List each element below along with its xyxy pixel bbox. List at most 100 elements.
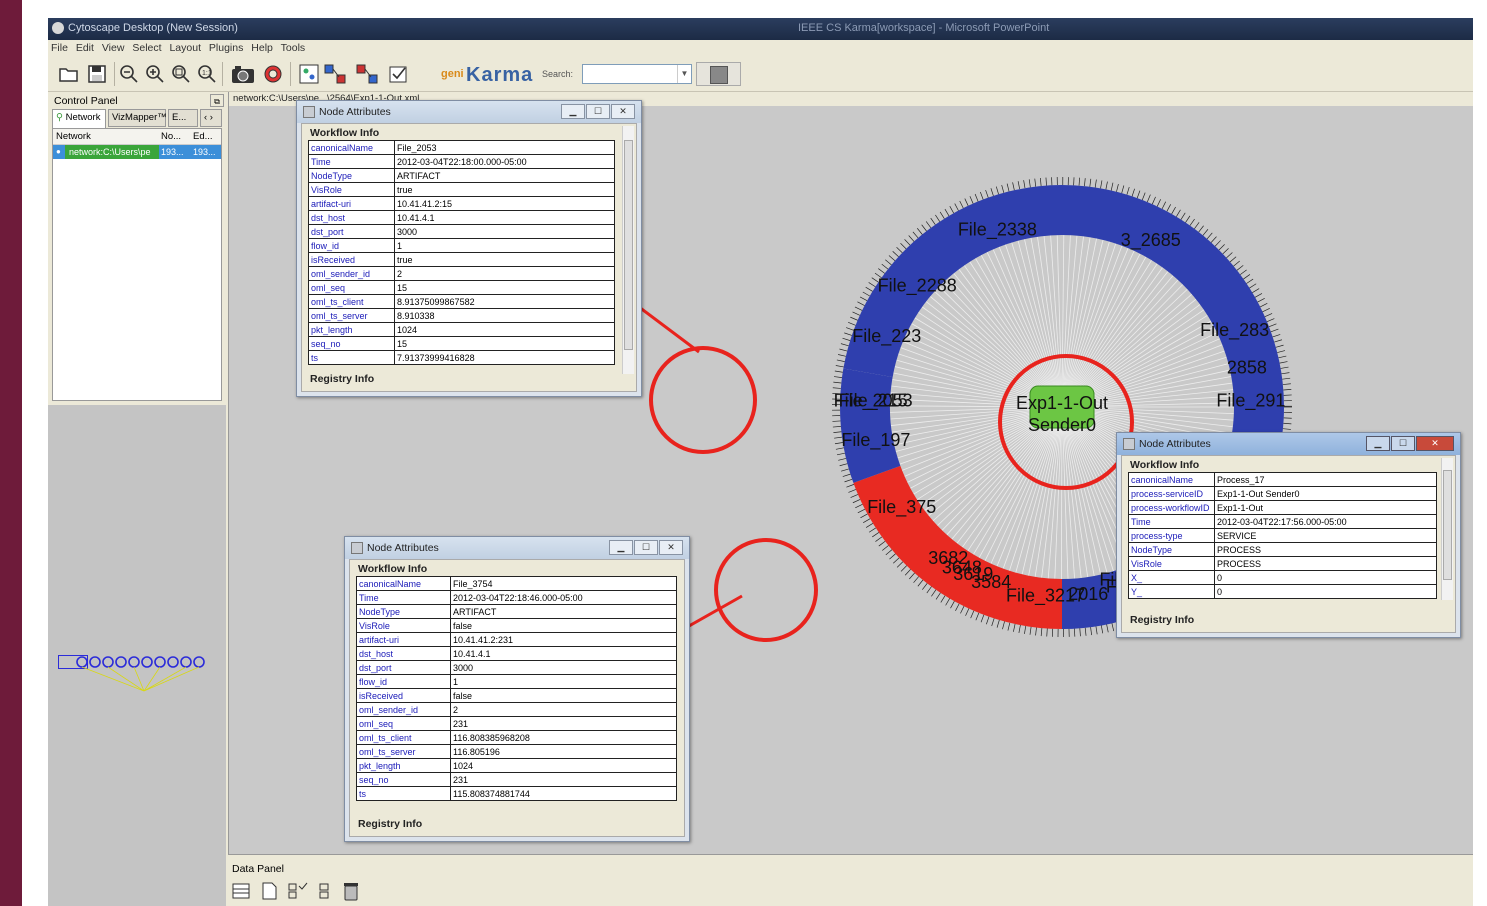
maximize-icon[interactable]: ☐: [634, 540, 658, 555]
attribute-row[interactable]: isReceived false: [356, 688, 677, 703]
attribute-row[interactable]: oml_sender_id 2: [308, 266, 615, 281]
node-attributes-window-process-17[interactable]: Node Attributes ▁ ☐ ✕ Workflow Info cano…: [1116, 432, 1461, 638]
menu-view[interactable]: View: [102, 42, 125, 54]
zoom-out-icon[interactable]: [118, 62, 140, 86]
maximize-icon[interactable]: ☐: [586, 104, 610, 119]
column-edges[interactable]: Ed...: [193, 129, 213, 145]
minimize-icon[interactable]: ▁: [561, 104, 585, 119]
zoom-fit-icon[interactable]: 1:1: [196, 62, 218, 86]
attribute-row[interactable]: dst_port 3000: [308, 224, 615, 239]
vertical-scrollbar[interactable]: [1441, 458, 1453, 600]
close-icon[interactable]: ✕: [611, 104, 635, 119]
node-label[interactable]: File_291: [1216, 390, 1285, 411]
create-network-icon[interactable]: [322, 62, 350, 86]
attribute-row[interactable]: Time 2012-03-04T22:18:46.000-05:00: [356, 590, 677, 605]
menu-tools[interactable]: Tools: [281, 42, 306, 54]
attribute-row[interactable]: dst_port 3000: [356, 660, 677, 675]
select-attributes-icon[interactable]: [288, 882, 308, 900]
close-icon[interactable]: ✕: [1416, 436, 1454, 451]
attribute-row[interactable]: process-serviceID Exp1-1-Out Sender0: [1128, 486, 1437, 501]
open-folder-icon[interactable]: [58, 62, 80, 86]
node-label[interactable]: File_2288: [878, 276, 957, 297]
registry-info-heading[interactable]: Registry Info: [358, 818, 422, 830]
attribute-row[interactable]: X_ 0: [1128, 570, 1437, 585]
save-icon[interactable]: [86, 62, 108, 86]
create-subnetwork-icon[interactable]: [354, 62, 382, 86]
node-label[interactable]: File_375: [867, 497, 936, 518]
attribute-row[interactable]: oml_ts_server 8.910338: [308, 308, 615, 323]
attribute-row[interactable]: artifact-uri 10.41.41.2:231: [356, 632, 677, 647]
split-columns-icon[interactable]: [318, 882, 332, 900]
node-label[interactable]: 2858: [1227, 358, 1267, 378]
attribute-row[interactable]: dst_host 10.41.4.1: [308, 210, 615, 225]
attribute-row[interactable]: canonicalName File_2053: [308, 140, 615, 155]
vizmap-icon[interactable]: [388, 62, 410, 86]
zoom-selected-icon[interactable]: [170, 62, 192, 86]
network-row[interactable]: ● network:C:\Users\pe 193... 193...: [53, 145, 221, 159]
column-nodes[interactable]: No...: [161, 129, 181, 145]
attribute-row[interactable]: artifact-uri 10.41.41.2:15: [308, 196, 615, 211]
new-document-icon[interactable]: [260, 882, 278, 900]
attribute-row[interactable]: seq_no 231: [356, 772, 677, 787]
tab-editor[interactable]: E...: [168, 109, 198, 127]
attribute-row[interactable]: Time 2012-03-04T22:17:56.000-05:00: [1128, 514, 1437, 529]
attribute-row[interactable]: seq_no 15: [308, 336, 615, 351]
attribute-row[interactable]: pkt_length 1024: [308, 322, 615, 337]
attribute-row[interactable]: oml_ts_client 8.91375099867582: [308, 294, 615, 309]
chevron-down-icon[interactable]: ▼: [677, 65, 691, 83]
node-label[interactable]: File_283: [1200, 320, 1269, 341]
attribute-row[interactable]: ts 115.808374881744: [356, 786, 677, 801]
attr-window-titlebar[interactable]: Node Attributes ▁ ☐ ✕: [345, 537, 689, 559]
menu-file[interactable]: File: [51, 42, 68, 54]
menu-edit[interactable]: Edit: [76, 42, 94, 54]
layout-icon[interactable]: [298, 62, 320, 86]
attribute-row[interactable]: oml_seq 15: [308, 280, 615, 295]
tab-network[interactable]: ⚲ Network: [52, 109, 106, 128]
attribute-row[interactable]: flow_id 1: [356, 674, 677, 689]
attribute-row[interactable]: NodeType PROCESS: [1128, 542, 1437, 557]
minimize-icon[interactable]: ▁: [609, 540, 633, 555]
attribute-row[interactable]: oml_ts_client 116.808385968208: [356, 730, 677, 745]
camera-icon[interactable]: [230, 62, 256, 86]
attribute-row[interactable]: oml_seq 231: [356, 716, 677, 731]
attribute-row[interactable]: dst_host 10.41.4.1: [356, 646, 677, 661]
attribute-row[interactable]: VisRole true: [308, 182, 615, 197]
attr-window-titlebar[interactable]: Node Attributes ▁ ☐ ✕: [297, 101, 641, 123]
attribute-row[interactable]: Time 2012-03-04T22:18:00.000-05:00: [308, 154, 615, 169]
node-attributes-window-file-2053[interactable]: Node Attributes ▁ ☐ ✕ Workflow Info cano…: [296, 100, 642, 397]
lifebuoy-icon[interactable]: [262, 62, 284, 86]
attribute-row[interactable]: oml_sender_id 2: [356, 702, 677, 717]
attribute-row[interactable]: Y_ 0: [1128, 584, 1437, 599]
close-icon[interactable]: ✕: [659, 540, 683, 555]
attribute-row[interactable]: isReceived true: [308, 252, 615, 267]
node-attributes-window-file-3754[interactable]: Node Attributes ▁ ☐ ✕ Workflow Info cano…: [344, 536, 690, 842]
network-overview[interactable]: [48, 402, 226, 906]
attribute-row[interactable]: VisRole PROCESS: [1128, 556, 1437, 571]
attribute-row[interactable]: flow_id 1: [308, 238, 615, 253]
node-label[interactable]: File_223: [852, 326, 921, 347]
node-label[interactable]: File_2338: [958, 219, 1037, 240]
search-options-button[interactable]: [696, 62, 741, 86]
attribute-row[interactable]: canonicalName Process_17: [1128, 472, 1437, 487]
attribute-row[interactable]: pkt_length 1024: [356, 758, 677, 773]
trash-icon[interactable]: [342, 881, 360, 901]
registry-info-heading[interactable]: Registry Info: [310, 373, 374, 385]
node-label[interactable]: 3_2685: [1121, 230, 1181, 251]
attribute-row[interactable]: canonicalName File_3754: [356, 576, 677, 591]
zoom-in-icon[interactable]: [144, 62, 166, 86]
attribute-row[interactable]: process-workflowID Exp1-1-Out: [1128, 500, 1437, 515]
registry-info-heading[interactable]: Registry Info: [1130, 614, 1194, 626]
float-panel-icon[interactable]: ⧉: [210, 94, 224, 107]
center-node[interactable]: Exp1-1-Out Sender0: [1016, 385, 1108, 435]
attribute-table-icon[interactable]: [232, 882, 250, 900]
tab-scroll-arrows[interactable]: ‹ ›: [200, 109, 222, 127]
attribute-row[interactable]: VisRole false: [356, 618, 677, 633]
minimize-icon[interactable]: ▁: [1366, 436, 1390, 451]
tab-vizmapper[interactable]: VizMapper™: [108, 109, 167, 127]
attribute-row[interactable]: ts 7.91373999416828: [308, 350, 615, 365]
attribute-row[interactable]: NodeType ARTIFACT: [356, 604, 677, 619]
attribute-row[interactable]: oml_ts_server 116.805196: [356, 744, 677, 759]
node-label[interactable]: File_2053: [834, 390, 913, 411]
column-network[interactable]: Network: [56, 129, 91, 145]
attr-window-titlebar[interactable]: Node Attributes ▁ ☐ ✕: [1117, 433, 1460, 455]
